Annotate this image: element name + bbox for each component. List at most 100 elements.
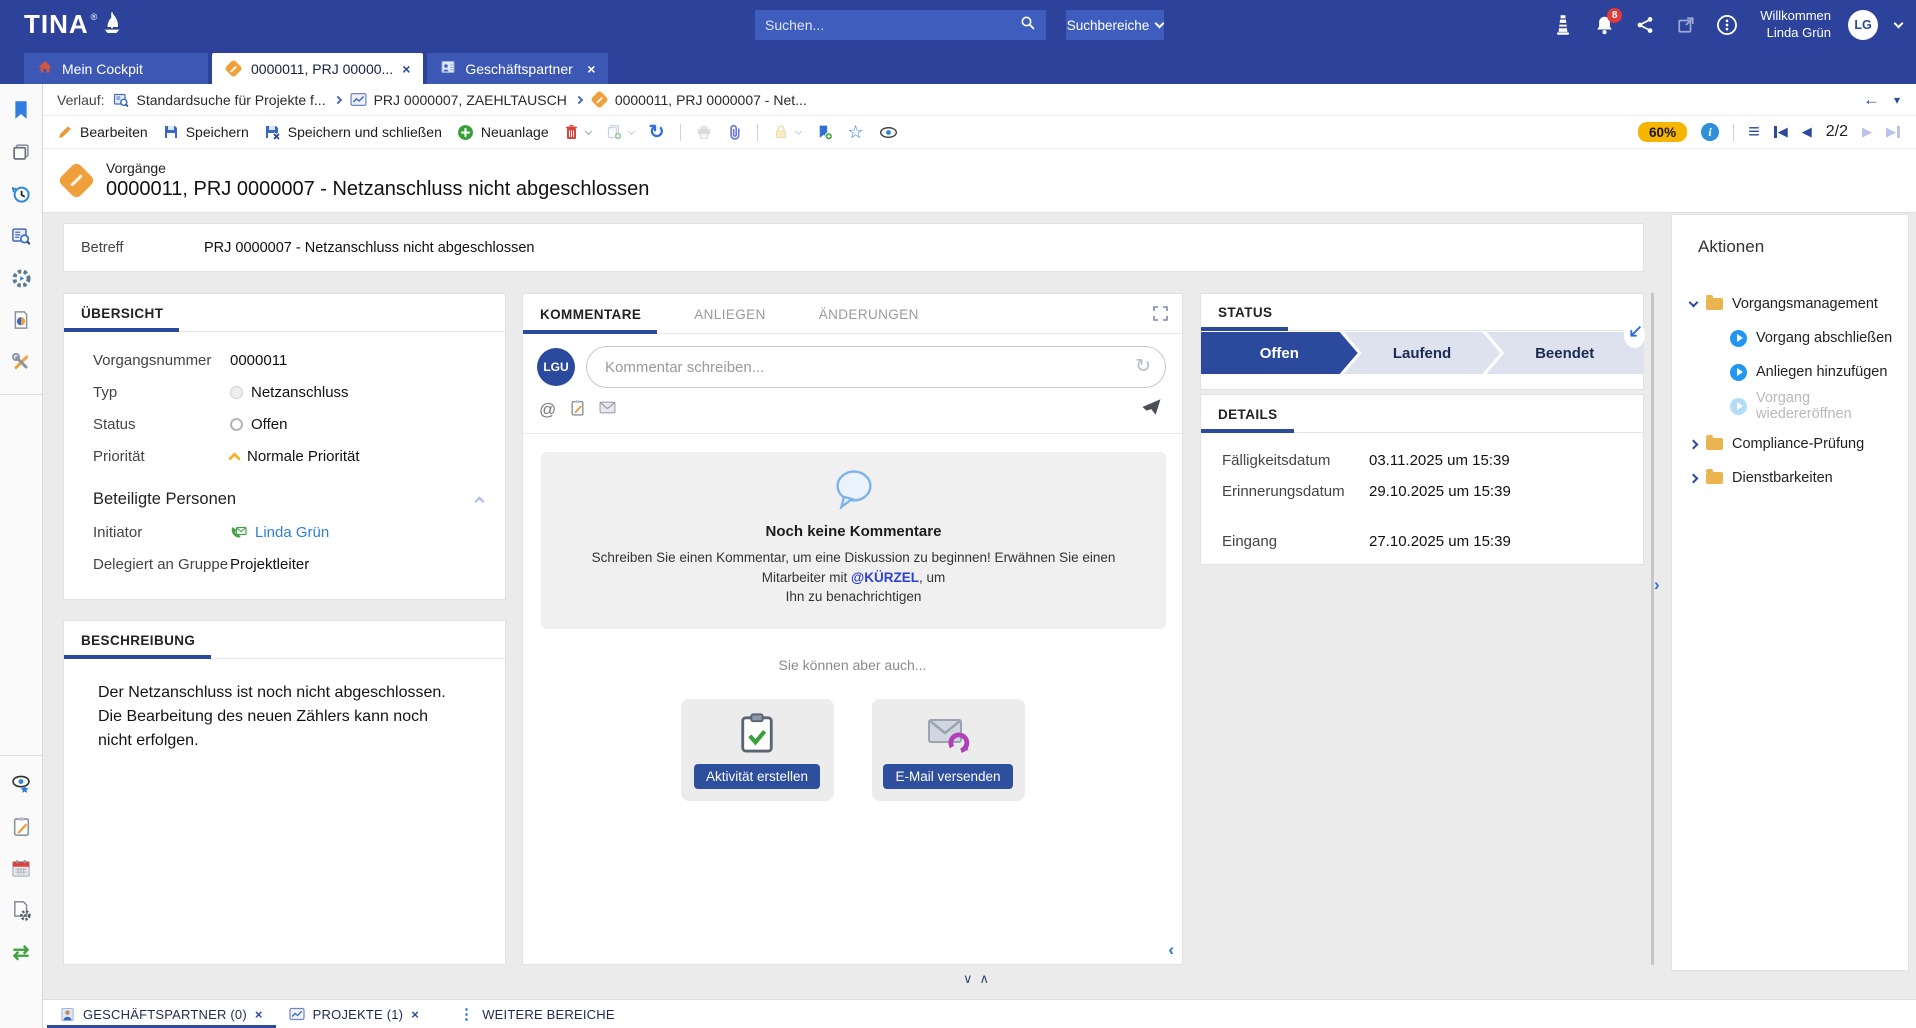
action-vorgang-abschliessen[interactable]: Vorgang abschließen [1672,321,1908,355]
first-record-icon[interactable]: ◀ [1774,124,1788,140]
process-settings-gear-icon[interactable] [9,266,33,290]
more-options-icon[interactable] [1715,13,1739,37]
description-panel: BESCHREIBUNG Der Netzanschluss ist noch … [63,620,506,965]
tab-vorgang-active[interactable]: 0000011, PRJ 00000... × [212,53,423,84]
send-comment-icon[interactable] [1141,398,1162,421]
notifications-bell-icon[interactable]: 8 [1592,13,1616,37]
completeness-badge[interactable]: 60% [1638,122,1687,142]
windows-icon[interactable] [9,140,33,164]
search-icon[interactable] [1020,15,1036,36]
subject-label: Betreff [64,240,204,256]
user-avatar[interactable]: LG [1848,10,1878,40]
related-areas-tab-bar: GESCHÄFTSPARTNER (0) × PROJEKTE (1) × ⋮ … [43,999,1916,1028]
tab-mein-cockpit[interactable]: Mein Cockpit [24,53,208,84]
search-list-icon[interactable] [9,224,33,248]
tools-icon[interactable] [9,350,33,374]
new-record-button[interactable]: Neuanlage [457,124,549,141]
collapse-section-icon[interactable] [475,496,485,506]
bookmarks-icon[interactable] [9,98,33,122]
favorite-star-icon[interactable]: ☆ [848,123,864,141]
create-activity-card[interactable]: Aktivität erstellen [681,699,834,801]
mail-icon[interactable] [599,401,616,419]
visibility-eye-icon[interactable] [879,125,898,140]
create-activity-button[interactable]: Aktivität erstellen [694,764,820,789]
sailboat-icon [101,11,123,40]
bottom-tab-weitere-bereiche[interactable]: ⋮ WEITERE BEREICHE [446,1000,628,1028]
action-group-vorgangsmanagement[interactable]: Vorgangsmanagement [1672,287,1908,321]
delete-button[interactable] [564,124,591,140]
expand-fullscreen-icon[interactable] [1153,306,1168,326]
collapse-down-icon[interactable]: ∨ [963,971,973,987]
breadcrumb-item-vorgang[interactable]: 0000011, PRJ 0000007 - Net... [591,92,807,108]
collapse-diagonal-arrow-icon[interactable] [1624,322,1645,348]
contact-phone-mail-icon [230,525,247,540]
collapse-left-icon[interactable]: ‹ [1168,940,1174,960]
stage-offen[interactable]: Offen [1201,332,1358,374]
mention-at-icon[interactable]: @ [539,400,556,420]
print-button[interactable] [696,124,712,140]
lighthouse-icon[interactable] [1551,13,1575,37]
tab-status[interactable]: STATUS [1215,305,1288,330]
tab-details[interactable]: DETAILS [1215,407,1294,432]
expand-right-icon[interactable]: › [1654,575,1660,595]
document-settings-icon[interactable] [9,898,33,922]
share-icon[interactable] [1633,13,1657,37]
panel-collapse-chevron-icon[interactable]: ▾ [1894,93,1900,107]
note-clipboard-icon[interactable] [570,399,585,421]
close-tab-icon[interactable]: × [255,1007,263,1022]
empty-state-title: Noch keine Kommentare [571,523,1136,540]
tab-aenderungen[interactable]: ÄNDERUNGEN [816,307,935,333]
calendar-icon[interactable] [9,856,33,880]
search-input[interactable] [765,17,1020,33]
tab-beschreibung[interactable]: BESCHREIBUNG [78,633,211,658]
close-tab-icon[interactable]: × [411,1007,419,1022]
send-email-button[interactable]: E-Mail versenden [883,764,1012,789]
tab-kommentare[interactable]: KOMMENTARE [537,307,657,333]
info-icon[interactable]: i [1701,123,1719,141]
save-button[interactable]: Speichern [163,124,249,140]
menu-hamburger-icon[interactable]: ≡ [1748,121,1760,144]
history-icon[interactable] [9,182,33,206]
watchlist-eye-star-icon[interactable] [9,772,33,796]
actions-title: Aktionen [1698,237,1908,257]
edit-button[interactable]: Bearbeiten [57,124,148,140]
history-back-icon[interactable]: ← [1863,90,1880,110]
lock-button[interactable] [773,124,801,140]
stage-beendet[interactable]: Beendet [1486,332,1643,374]
tab-anliegen[interactable]: ANLIEGEN [691,307,781,333]
bookmark-add-button[interactable] [816,124,833,141]
breadcrumb-item-project[interactable]: PRJ 0000007, ZAEHLTAUSCH [350,92,567,108]
close-tab-icon[interactable]: × [587,61,595,77]
copy-button[interactable] [606,124,634,140]
stage-laufend[interactable]: Laufend [1344,332,1501,374]
refresh-button[interactable]: ↻ [649,123,665,142]
save-and-close-button[interactable]: Speichern und schließen [264,124,442,141]
open-external-icon[interactable] [1674,13,1698,37]
initiator-link[interactable]: Linda Grün [255,524,329,541]
attachments-button[interactable] [727,124,742,141]
content-scrollbar[interactable] [1651,293,1654,965]
action-anliegen-hinzufuegen[interactable]: Anliegen hinzufügen [1672,355,1908,389]
breadcrumb-item-search[interactable]: Standardsuche für Projekte f... [113,92,325,108]
comment-refresh-icon[interactable]: ↻ [1135,357,1151,376]
tab-geschaeftspartner[interactable]: Geschäftspartner × [427,53,608,84]
report-document-icon[interactable] [9,308,33,332]
next-record-icon[interactable]: ▶ [1862,124,1872,140]
action-group-compliance[interactable]: Compliance-Prüfung [1672,427,1908,461]
sync-swap-icon[interactable]: ⇄ [9,940,33,964]
tasks-clipboard-icon[interactable] [9,814,33,838]
toolbar-divider [757,124,758,141]
bottom-tab-geschaeftspartner[interactable]: GESCHÄFTSPARTNER (0) × [47,1000,276,1028]
previous-record-icon[interactable]: ◀ [1802,124,1812,140]
search-scope-dropdown[interactable]: Suchbereiche [1066,10,1164,40]
expand-up-icon[interactable]: ∧ [980,971,990,987]
comment-input[interactable] [586,346,1166,388]
last-record-icon[interactable]: ▶ [1886,124,1900,140]
send-email-card[interactable]: E-Mail versenden [872,699,1025,801]
user-menu-chevron-icon[interactable] [1894,18,1904,28]
tab-uebersicht[interactable]: ÜBERSICHT [78,306,179,331]
action-group-dienstbarkeiten[interactable]: Dienstbarkeiten [1672,461,1908,495]
close-tab-icon[interactable]: × [402,61,410,77]
bottom-tab-projekte[interactable]: PROJEKTE (1) × [276,1000,432,1028]
chevron-down-icon [1155,19,1165,29]
